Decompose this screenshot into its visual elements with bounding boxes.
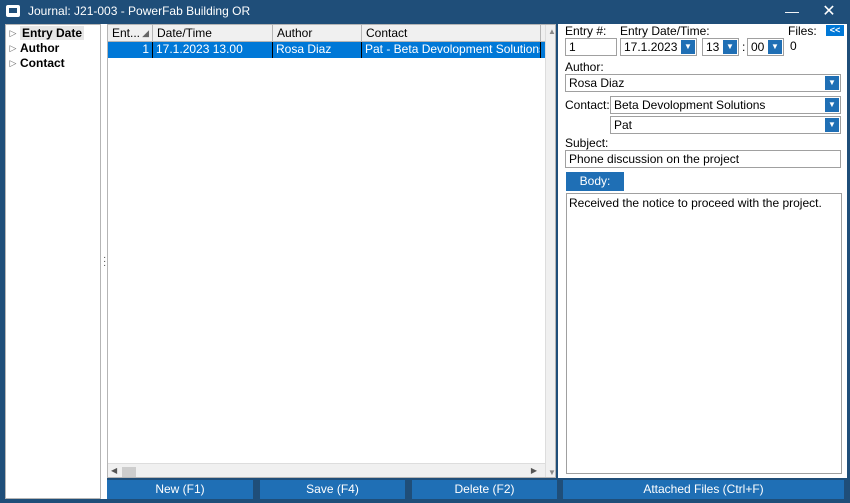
contact-label: Contact: bbox=[565, 98, 610, 112]
sort-icon: ◢ bbox=[142, 28, 149, 38]
new-button[interactable]: New (F1) bbox=[107, 480, 253, 499]
contact-company-value: Beta Devolopment Solutions bbox=[614, 98, 766, 112]
column-header-contact[interactable]: Contact bbox=[362, 25, 541, 42]
tree-item-label: Entry Date bbox=[20, 26, 85, 40]
entry-date-value: 17.1.2023 bbox=[624, 40, 678, 54]
scroll-left-icon[interactable]: ◀ bbox=[111, 466, 117, 475]
chevron-down-icon[interactable]: ▼ bbox=[825, 98, 839, 112]
close-button[interactable]: ✕ bbox=[811, 0, 847, 22]
scroll-right-icon[interactable]: ▶ bbox=[531, 466, 537, 475]
tree-item-contact[interactable]: ▷ Contact bbox=[6, 56, 100, 70]
body-button[interactable]: Body: bbox=[566, 172, 624, 191]
chevron-down-icon[interactable]: ▼ bbox=[681, 40, 695, 54]
tree-item-entry-date[interactable]: ▷ Entry Date bbox=[6, 26, 100, 40]
cell-datetime: 17.1.2023 13.00 bbox=[153, 42, 273, 58]
contact-company-select[interactable]: Beta Devolopment Solutions ▼ bbox=[610, 96, 841, 114]
chevron-right-icon[interactable]: ▷ bbox=[6, 43, 20, 54]
grid-header: Ent... ◢ Date/Time Author Contact S bbox=[108, 25, 555, 42]
body-textarea[interactable]: Received the notice to proceed with the … bbox=[566, 193, 842, 474]
delete-button[interactable]: Delete (F2) bbox=[412, 480, 557, 499]
subject-input[interactable]: Phone discussion on the project bbox=[565, 150, 841, 168]
horizontal-scrollbar[interactable]: ◀ ▶ bbox=[108, 463, 545, 477]
chevron-right-icon[interactable]: ▷ bbox=[6, 58, 20, 69]
time-separator: : bbox=[742, 40, 746, 54]
scroll-down-icon[interactable]: ▼ bbox=[546, 468, 555, 477]
chevron-down-icon[interactable]: ▼ bbox=[825, 118, 839, 132]
attached-files-button[interactable]: Attached Files (Ctrl+F) bbox=[563, 480, 844, 499]
column-header-entry[interactable]: Ent... ◢ bbox=[108, 25, 153, 42]
entry-date-label: Entry Date/Time: bbox=[620, 24, 710, 38]
group-tree: ▷ Entry Date ▷ Author ▷ Contact bbox=[5, 24, 101, 499]
minute-value: 00 bbox=[751, 40, 765, 54]
scroll-up-icon[interactable]: ▲ bbox=[546, 27, 555, 36]
subject-label: Subject: bbox=[565, 136, 609, 150]
tree-item-author[interactable]: ▷ Author bbox=[6, 41, 100, 55]
files-label: Files: bbox=[788, 24, 817, 38]
chevron-down-icon[interactable]: ▼ bbox=[768, 40, 782, 54]
collapse-panel-button[interactable]: << bbox=[826, 25, 844, 36]
chevron-right-icon[interactable]: ▷ bbox=[6, 28, 20, 39]
author-select[interactable]: Rosa Diaz ▼ bbox=[565, 74, 841, 92]
cell-contact: Pat - Beta Devolopment Solutions bbox=[362, 42, 541, 58]
column-header-label: Ent... bbox=[112, 26, 141, 40]
entry-date-picker[interactable]: 17.1.2023 ▼ bbox=[620, 38, 697, 56]
column-header-author[interactable]: Author bbox=[273, 25, 362, 42]
title-bar: Journal: J21-003 - PowerFab Building OR … bbox=[0, 0, 850, 22]
window-title: Journal: J21-003 - PowerFab Building OR bbox=[28, 4, 251, 18]
minimize-button[interactable]: — bbox=[774, 0, 810, 22]
files-count: 0 bbox=[790, 39, 797, 53]
entry-detail-panel: Entry #: Entry Date/Time: Files: << 1 17… bbox=[558, 24, 847, 478]
tree-item-label: Contact bbox=[20, 56, 65, 70]
contact-person-select[interactable]: Pat ▼ bbox=[610, 116, 841, 134]
cell-author: Rosa Diaz bbox=[273, 42, 362, 58]
grip-icon: · · · bbox=[103, 252, 107, 271]
scroll-thumb[interactable] bbox=[122, 467, 136, 477]
minute-select[interactable]: 00 ▼ bbox=[747, 38, 784, 56]
author-value: Rosa Diaz bbox=[569, 76, 625, 90]
save-button[interactable]: Save (F4) bbox=[260, 480, 405, 499]
hour-select[interactable]: 13 ▼ bbox=[702, 38, 739, 56]
vertical-scrollbar[interactable]: ▲ ▼ bbox=[545, 25, 555, 477]
entry-number-field[interactable]: 1 bbox=[565, 38, 617, 56]
contact-person-value: Pat bbox=[614, 118, 633, 132]
cell-entry: 1 bbox=[108, 42, 153, 58]
table-row[interactable]: 1 17.1.2023 13.00 Rosa Diaz Pat - Beta D… bbox=[108, 42, 555, 58]
journal-grid: Ent... ◢ Date/Time Author Contact S 1 17… bbox=[107, 24, 556, 478]
app-icon bbox=[6, 5, 20, 17]
column-header-datetime[interactable]: Date/Time bbox=[153, 25, 273, 42]
tree-item-label: Author bbox=[20, 41, 60, 55]
hour-value: 13 bbox=[706, 40, 720, 54]
author-label: Author: bbox=[565, 60, 604, 74]
entry-number-label: Entry #: bbox=[565, 24, 607, 38]
chevron-down-icon[interactable]: ▼ bbox=[825, 76, 839, 90]
chevron-down-icon[interactable]: ▼ bbox=[723, 40, 737, 54]
